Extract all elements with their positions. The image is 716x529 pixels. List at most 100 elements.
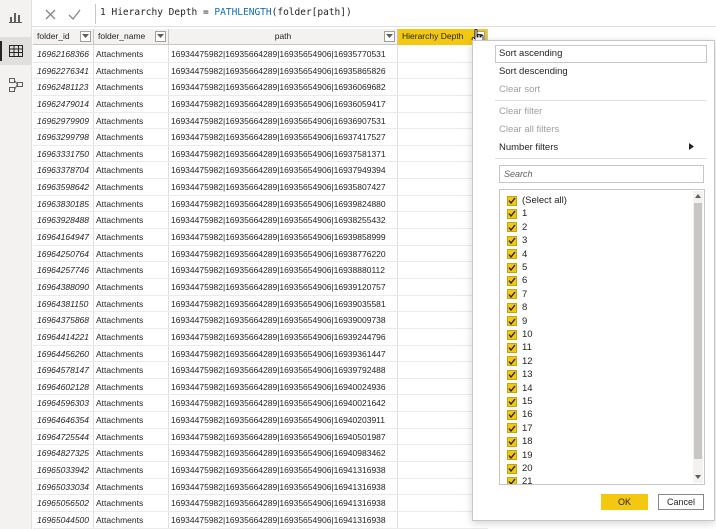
filter-value-item[interactable]: 19 (507, 449, 533, 462)
scroll-up-arrow[interactable] (694, 192, 702, 200)
filter-value-item[interactable]: 12 (507, 355, 533, 368)
folder-id-cell: 16964250764 (37, 248, 90, 259)
checkbox-checked-icon[interactable] (507, 329, 517, 340)
select-all-item[interactable]: (Select all) (507, 194, 567, 207)
checkbox-checked-icon[interactable] (507, 342, 517, 353)
sort-descending-item[interactable]: Sort descending (499, 66, 568, 77)
table-row: 16965033942 Attachments 16934475982|169356… (33, 462, 488, 479)
cancel-button[interactable]: Cancel (658, 494, 704, 510)
checkbox-checked-icon[interactable] (507, 195, 517, 206)
folder-id-cell: 16963928488 (37, 215, 90, 226)
checkbox-checked-icon[interactable] (507, 436, 517, 447)
checkbox-checked-icon[interactable] (507, 235, 517, 246)
checkbox-checked-icon[interactable] (507, 249, 517, 260)
filter-value-item[interactable]: 7 (507, 288, 527, 301)
filter-value-label: 1 (522, 208, 528, 220)
scroll-thumb[interactable] (694, 203, 702, 459)
filter-value-item[interactable]: 10 (507, 328, 533, 341)
table-row: 16964250764 Attachments 16934475982|169356… (33, 246, 488, 263)
table-row: 16964164947 Attachments 16934475982|169356… (33, 229, 488, 246)
checkbox-checked-icon[interactable] (507, 369, 517, 380)
checkbox-checked-icon[interactable] (507, 302, 517, 313)
grid-header: folder_id folder_name path Hierarchy Dep… (33, 29, 488, 45)
checkbox-checked-icon[interactable] (507, 262, 517, 273)
filter-value-label: 15 (522, 396, 533, 407)
filter-value-item[interactable]: 20 (507, 462, 533, 475)
model-view-button[interactable] (0, 71, 32, 99)
column-header-path[interactable]: path (169, 29, 398, 45)
column-header-label: folder_name (98, 31, 146, 41)
report-view-button[interactable] (0, 3, 32, 31)
filter-value-label: 20 (522, 463, 533, 474)
filter-value-item[interactable]: 3 (507, 234, 527, 247)
folder-id-cell: 16965056502 (37, 498, 90, 509)
path-cell: 16934475982|16935664289|16935654906|1693… (171, 198, 386, 209)
ok-button[interactable]: OK (601, 494, 648, 510)
column-filter-button[interactable] (80, 31, 91, 42)
checkbox-checked-icon[interactable] (507, 463, 517, 474)
filter-value-label: 14 (522, 382, 533, 394)
formula-input[interactable]: 1 Hierarchy Depth = PATHLENGTH(folder[pa… (100, 7, 352, 18)
table-row: 16964381150 Attachments 16934475982|169356… (33, 296, 488, 313)
table-row: 16962479014 Attachments 16934475982|169356… (33, 96, 488, 113)
path-cell: 16934475982|16935664289|16935654906|1694… (171, 481, 386, 492)
column-filter-button[interactable] (155, 31, 166, 42)
path-cell: 16934475982|16935664289|16935654906|1693… (171, 331, 386, 342)
scroll-down-arrow[interactable] (694, 473, 702, 481)
checkbox-checked-icon[interactable] (507, 289, 517, 300)
filter-value-item[interactable]: 2 (507, 221, 527, 234)
filter-value-item[interactable]: 8 (507, 301, 527, 314)
checkbox-checked-icon[interactable] (507, 450, 517, 461)
checkbox-checked-icon[interactable] (507, 383, 517, 394)
data-view-button[interactable] (0, 37, 32, 65)
folder-name-cell: Attachments (96, 481, 144, 492)
table-row: 16965044500 Attachments 16934475982|169356… (33, 512, 488, 529)
report-view-icon (9, 13, 22, 23)
checkbox-checked-icon[interactable] (507, 423, 517, 434)
checkbox-checked-icon[interactable] (507, 275, 517, 286)
table-row: 16964827325 Attachments 16934475982|169356… (33, 445, 488, 463)
column-header-folder-id[interactable]: folder_id (33, 29, 94, 45)
table-row: 16964646354 Attachments 16934475982|169356… (33, 412, 488, 429)
filter-value-item[interactable]: 21 (507, 475, 533, 484)
column-header-folder-name[interactable]: folder_name (94, 29, 169, 45)
checkbox-checked-icon[interactable] (507, 316, 517, 327)
filter-search-input[interactable] (499, 165, 704, 183)
path-cell: 16934475982|16935664289|16935654906|1693… (171, 232, 386, 243)
checkbox-checked-icon[interactable] (507, 409, 517, 420)
filter-value-item[interactable]: 9 (507, 315, 527, 328)
checkbox-checked-icon[interactable] (507, 476, 517, 484)
filter-value-item[interactable]: 5 (507, 261, 527, 274)
filter-value-item[interactable]: 15 (507, 395, 533, 408)
filter-value-item[interactable]: 16 (507, 408, 533, 421)
folder-name-cell: Attachments (96, 381, 144, 392)
filter-value-item[interactable]: 1 (507, 207, 527, 220)
filter-value-item[interactable]: 18 (507, 435, 533, 448)
path-cell: 16934475982|16935664289|16935654906|1694… (171, 398, 386, 409)
clear-filter-item: Clear filter (499, 106, 543, 117)
table-row: 16962481123 Attachments 16934475982|169356… (33, 79, 488, 96)
filter-value-item[interactable]: 6 (507, 274, 527, 287)
number-filters-item[interactable]: Number filters (499, 142, 558, 153)
cancel-formula-button[interactable] (40, 5, 60, 23)
checkbox-checked-icon[interactable] (507, 222, 517, 233)
filter-value-item[interactable]: 4 (507, 248, 527, 261)
sort-ascending-item[interactable]: Sort ascending (499, 48, 562, 59)
filter-value-item[interactable]: 11 (507, 341, 532, 354)
filter-value-label: 17 (522, 422, 533, 434)
column-filter-button[interactable] (384, 31, 395, 42)
checkbox-checked-icon[interactable] (507, 396, 517, 407)
checkbox-checked-icon[interactable] (507, 356, 517, 367)
filter-value-item[interactable]: 13 (507, 368, 533, 381)
table-row: 16962979909 Attachments 16934475982|169356… (33, 113, 488, 130)
filter-value-label: 9 (522, 315, 528, 327)
filter-value-item[interactable]: 14 (507, 382, 533, 395)
filter-value-item[interactable]: 17 (507, 422, 533, 435)
filter-value-label: 6 (522, 275, 528, 287)
folder-name-cell: Attachments (96, 265, 144, 276)
commit-formula-button[interactable] (64, 5, 84, 23)
checkbox-checked-icon[interactable] (507, 208, 517, 219)
formula-measure-name: Hierarchy Depth = (111, 7, 215, 18)
list-scrollbar[interactable] (693, 191, 703, 483)
column-header-label: Hierarchy Depth (402, 31, 464, 41)
